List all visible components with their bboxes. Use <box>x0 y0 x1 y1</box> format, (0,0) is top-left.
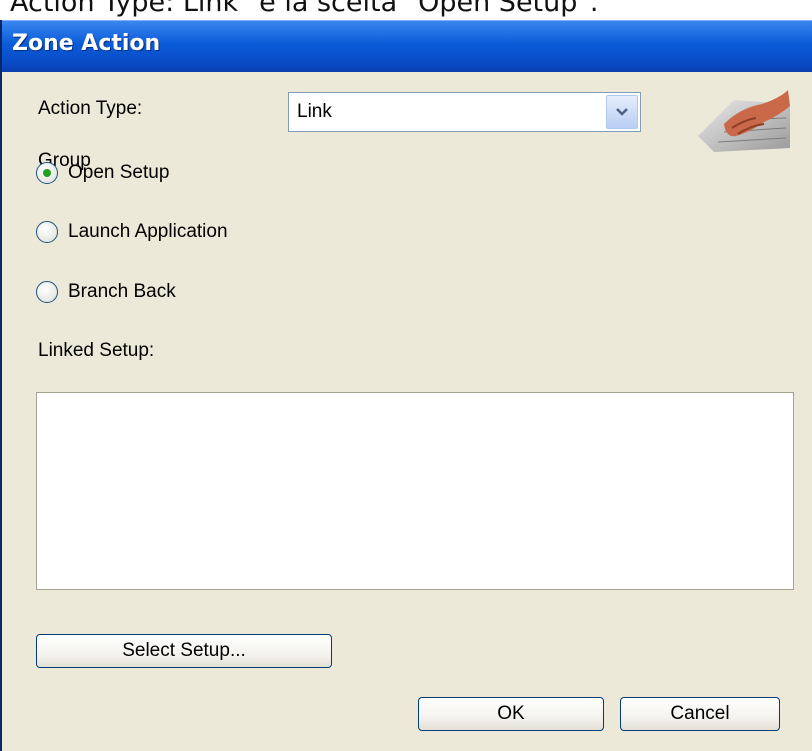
hand-on-keyboard-icon <box>698 90 790 152</box>
select-setup-button[interactable]: Select Setup... <box>36 634 332 668</box>
chevron-down-icon <box>616 108 628 116</box>
radio-selected-dot <box>43 169 51 177</box>
title-bar[interactable]: Zone Action <box>2 20 812 72</box>
radio-open-setup-label[interactable]: Open Setup <box>68 162 169 184</box>
action-type-label: Action Type: <box>38 98 143 119</box>
radio-branch-back-label[interactable]: Branch Back <box>68 281 176 303</box>
radio-launch-application[interactable] <box>36 221 58 243</box>
linked-setup-list[interactable] <box>36 392 794 590</box>
action-type-select[interactable]: Link <box>288 92 641 132</box>
top-caption: Action Type: Link" e la scelta "Open Set… <box>10 0 599 18</box>
dialog-title: Zone Action <box>12 31 161 56</box>
dropdown-button[interactable] <box>606 95 638 129</box>
action-type-value: Link <box>297 101 332 122</box>
zone-action-dialog: Zone Action Action Type: Link Group Open… <box>0 20 812 751</box>
radio-open-setup[interactable] <box>36 162 58 184</box>
radio-launch-application-label[interactable]: Launch Application <box>68 221 228 243</box>
ok-button[interactable]: OK <box>418 697 604 731</box>
cancel-button[interactable]: Cancel <box>620 697 780 731</box>
radio-branch-back[interactable] <box>36 281 58 303</box>
linked-setup-label: Linked Setup: <box>38 340 155 361</box>
